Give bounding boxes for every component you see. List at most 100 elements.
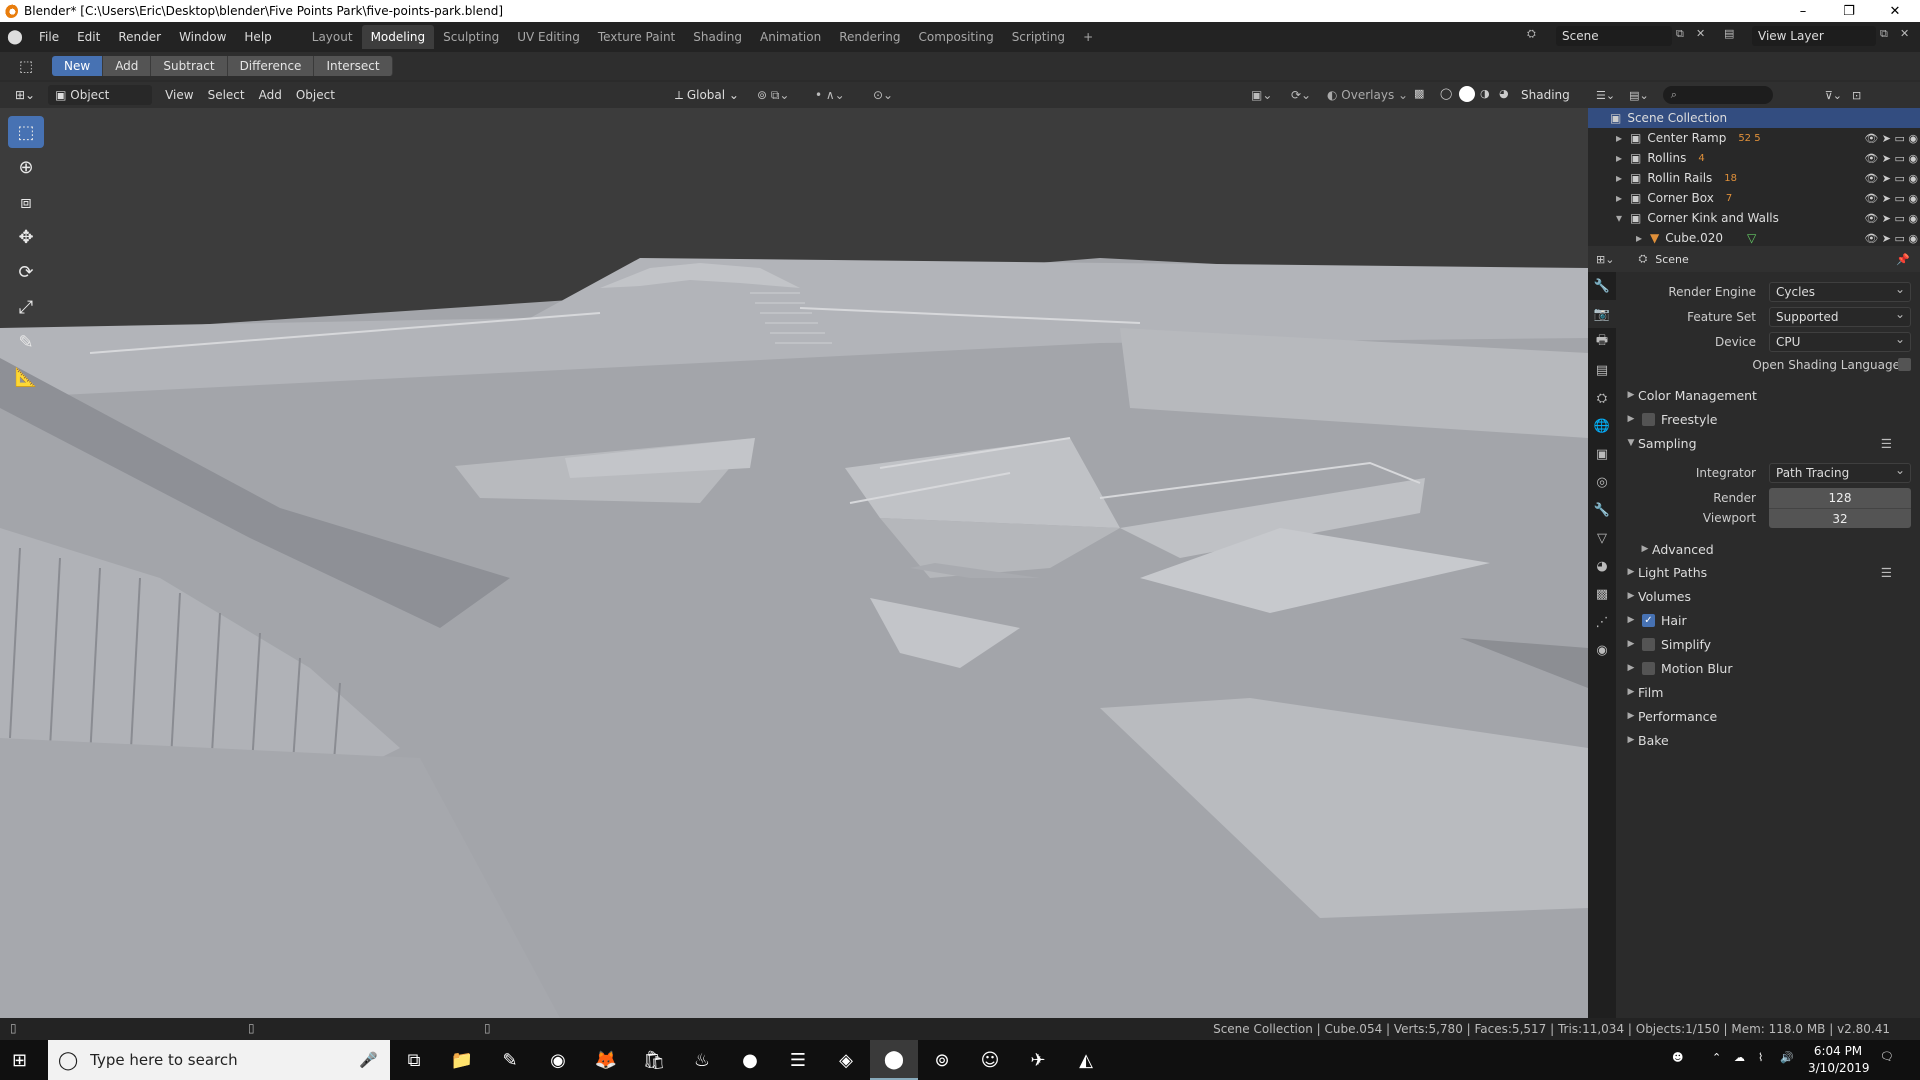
tray-chevron-icon[interactable]: ⌃	[1712, 1051, 1721, 1064]
scene-selector-icon[interactable]: ⛭	[1527, 27, 1536, 41]
editor-type-icon[interactable]: ⊞⌄	[8, 85, 42, 105]
outliner-row-corner-kink-and-walls[interactable]: ▾ ▣ Corner Kink and Walls 👁 ➤ ▭ ◉	[1588, 208, 1920, 228]
minimize-button[interactable]: –	[1780, 0, 1826, 22]
mode-subtract-button[interactable]: Subtract	[151, 56, 228, 76]
discord-icon[interactable]: ☺	[966, 1040, 1014, 1080]
constraints-tab-icon[interactable]: ◉	[1588, 636, 1616, 664]
firefox-icon[interactable]: 🦊	[582, 1040, 630, 1080]
file-explorer-icon[interactable]: 📁	[438, 1040, 486, 1080]
row-visibility-icons[interactable]: 👁 ➤ ▭ ◉	[1864, 172, 1918, 185]
tab-shading[interactable]: Shading	[684, 25, 751, 49]
freestyle-checkbox[interactable]	[1642, 412, 1655, 426]
view-layer-icon[interactable]: ▤	[1724, 27, 1734, 40]
mode-new-button[interactable]: New	[52, 56, 104, 76]
expand-icon[interactable]: ▸	[1616, 191, 1622, 205]
taskbar-search-input[interactable]: ◯ Type here to search 🎤	[48, 1040, 390, 1080]
panel-motion-blur[interactable]: ▶ Motion Blur	[1616, 657, 1920, 679]
menu-select[interactable]: Select	[201, 85, 252, 105]
wireframe-shading-icon[interactable]: ◯	[1440, 87, 1452, 100]
row-visibility-icons[interactable]: 👁 ➤ ▭ ◉	[1864, 132, 1918, 145]
obs-icon[interactable]: ⊚	[918, 1040, 966, 1080]
tool-tab-icon[interactable]: 🔧	[1588, 272, 1616, 300]
expand-icon[interactable]: ▸	[1616, 151, 1622, 165]
object-mode-dropdown[interactable]: ▣ Object Mode ⌄	[48, 85, 153, 122]
notifications-icon[interactable]: 🗨	[1880, 1050, 1894, 1063]
presets-icon[interactable]: ☰	[1881, 436, 1892, 451]
feature-set-dropdown[interactable]: Supported	[1769, 305, 1911, 327]
measure-tool-icon[interactable]: 📐	[8, 361, 44, 393]
view-layer-tab-icon[interactable]: ▤	[1588, 356, 1616, 384]
menu-help[interactable]: Help	[235, 25, 280, 49]
windows-start-icon[interactable]: ⊞	[12, 1050, 27, 1071]
menu-add[interactable]: Add	[252, 85, 289, 105]
solid-shading-icon[interactable]	[1459, 86, 1475, 102]
physics-tab-icon[interactable]: ◎	[1588, 468, 1616, 496]
pin-icon[interactable]: 📌	[1896, 253, 1910, 266]
panel-color-management[interactable]: ▶ Color Management	[1616, 384, 1920, 406]
blender-taskbar-icon[interactable]: ⬤	[870, 1040, 918, 1080]
row-visibility-icons[interactable]: 👁 ➤ ▭ ◉	[1864, 152, 1918, 165]
tab-rendering[interactable]: Rendering	[830, 25, 909, 49]
new-scene-icon[interactable]: ⧉	[1676, 27, 1684, 41]
panel-hair[interactable]: ▶ ✓ Hair	[1616, 609, 1920, 631]
game-app-icon[interactable]: ✈	[1014, 1040, 1062, 1080]
outliner-row-cube-020[interactable]: ▸ ▼ Cube.020 ▽ 👁 ➤ ▭ ◉	[1588, 228, 1920, 248]
object-visibility-icon[interactable]: ▣⌄	[1244, 85, 1279, 105]
tab-animation[interactable]: Animation	[751, 25, 830, 49]
expand-icon[interactable]: ▸	[1616, 131, 1622, 145]
view-layer-field[interactable]: View Layer	[1752, 26, 1876, 46]
row-visibility-icons[interactable]: 👁 ➤ ▭ ◉	[1864, 192, 1918, 205]
device-dropdown[interactable]: CPU	[1769, 330, 1911, 352]
render-tab-icon[interactable]: 📷	[1588, 300, 1616, 328]
particles-tab-icon[interactable]: ⋰	[1588, 608, 1616, 636]
clock-time[interactable]: 6:04 PM	[1808, 1044, 1868, 1058]
xray-icon[interactable]: ▩	[1414, 87, 1424, 100]
origin-icon[interactable]: ●	[726, 1040, 774, 1080]
menu-render[interactable]: Render	[109, 25, 170, 49]
simplify-checkbox[interactable]	[1642, 637, 1655, 651]
delete-scene-icon[interactable]: ✕	[1696, 27, 1705, 40]
display-mode-icon[interactable]: ▤⌄	[1629, 89, 1649, 102]
tab-modeling[interactable]: Modeling	[361, 25, 435, 49]
gizmo-icon[interactable]: ⟳⌄	[1284, 85, 1318, 105]
mode-add-button[interactable]: Add	[103, 56, 152, 76]
tab-compositing[interactable]: Compositing	[909, 25, 1002, 49]
microphone-icon[interactable]: 🎤	[359, 1051, 378, 1069]
outliner-row-corner-box[interactable]: ▸ ▣ Corner Box 7 👁 ➤ ▭ ◉	[1588, 188, 1920, 208]
scene-tab-icon[interactable]: ⛭	[1588, 384, 1616, 412]
overlays-dropdown[interactable]: ◐ Overlays ⌄	[1320, 85, 1415, 105]
volume-icon[interactable]: 🔊	[1780, 1051, 1794, 1064]
collapse-icon[interactable]: ▾	[1616, 211, 1622, 225]
select-box-mode-icon[interactable]: ⬚	[0, 57, 52, 75]
mode-difference-button[interactable]: Difference	[227, 56, 315, 76]
proportional-edit-icon[interactable]: ⊙⌄	[866, 85, 900, 105]
menu-view[interactable]: View	[158, 85, 200, 105]
object-tab-icon[interactable]: ▣	[1588, 440, 1616, 468]
panel-film[interactable]: ▶ Film	[1616, 681, 1920, 703]
mode-intersect-button[interactable]: Intersect	[314, 56, 393, 76]
close-button[interactable]: ✕	[1872, 0, 1918, 22]
menu-object[interactable]: Object	[289, 85, 342, 105]
tab-uv-editing[interactable]: UV Editing	[508, 25, 589, 49]
new-collection-icon[interactable]: ⊡	[1852, 89, 1861, 102]
filter-icon[interactable]: ⊽⌄	[1825, 89, 1842, 102]
maximize-button[interactable]: ❐	[1826, 0, 1872, 22]
move-all-tool-icon[interactable]: ⧈	[8, 186, 44, 218]
modifier-tab-icon[interactable]: 🔧	[1588, 496, 1616, 524]
output-tab-icon[interactable]: 🖶	[1588, 328, 1616, 356]
panel-sampling[interactable]: ▼ Sampling ☰	[1616, 432, 1920, 454]
menu-file[interactable]: File	[30, 25, 68, 49]
unity-icon[interactable]: ◈	[822, 1040, 870, 1080]
select-box-tool-icon[interactable]: ⬚	[8, 116, 44, 148]
battlenet-icon[interactable]: ☰	[774, 1040, 822, 1080]
material-tab-icon[interactable]: ◕	[1588, 552, 1616, 580]
outliner-search-input[interactable]: ⌕	[1662, 86, 1773, 104]
osl-checkbox[interactable]	[1898, 358, 1911, 371]
onedrive-icon[interactable]: ☁	[1734, 1051, 1745, 1064]
transform-orientation-dropdown[interactable]: ⟂ Global ⌄	[668, 85, 746, 105]
row-visibility-icons[interactable]: 👁 ➤ ▭ ◉	[1864, 232, 1918, 245]
3d-viewport[interactable]	[0, 108, 1588, 1018]
panel-volumes[interactable]: ▶ Volumes	[1616, 585, 1920, 607]
blender-menu-icon[interactable]: ⬤	[0, 29, 30, 45]
panel-bake[interactable]: ▶ Bake	[1616, 729, 1920, 751]
